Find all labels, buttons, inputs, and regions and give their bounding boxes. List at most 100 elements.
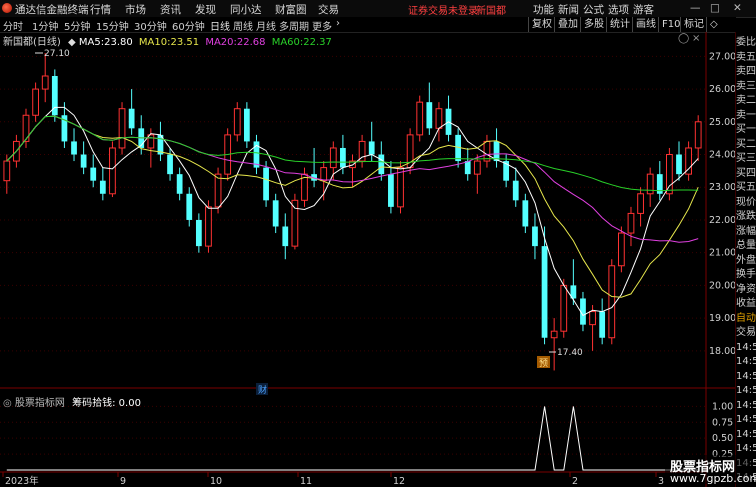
indicator-tick-label: 0.50 [712,433,733,444]
candle-body-up [617,232,625,267]
menu-item-quotes[interactable]: 行情 [90,2,111,17]
price-axis-labels: 27.00 26.00 25.00 24.00 23.00 22.00 21.00 20.00… [709,51,735,356]
menu-item-function[interactable]: 功能 [533,2,554,17]
period-30min[interactable]: 30分钟 [134,18,167,33]
main-chart-legend: 新国都(日线) ◆ MA5:23.80 MA10:23.51 MA20:22.6… [3,33,332,48]
login-alert[interactable]: 证券交易未登录 [408,2,478,17]
candle-body-down [71,141,77,155]
candle-body-up [32,88,39,116]
candle-body-down [599,311,606,338]
menu-item-trade[interactable]: 交易 [318,2,339,17]
tool-statistics[interactable]: 统计 [606,17,633,32]
menu-item-formula[interactable]: 公式 [583,2,604,17]
period-daily[interactable]: 日线 [210,18,230,33]
period-5min[interactable]: 5分钟 [64,18,90,33]
side-panel-row: 买四 [736,167,756,179]
brand-url: www.7gpzb.com [670,472,756,485]
price-tick-label: 20.00 [709,280,735,291]
candle-body-down [388,174,394,207]
menu-item-headlines[interactable]: 新闻 [558,2,579,17]
side-panel-row: 14:50 [736,356,756,367]
candle-body-up [3,160,11,182]
indicator-source: 股票指标网 [14,398,65,409]
period-weekly[interactable]: 周线 [233,18,253,33]
high-price-label: 27.10 [44,49,70,59]
app-logo-icon [2,3,12,13]
side-panel-row: 卖三 [736,80,756,92]
side-panel-row: 14:50 [736,341,756,353]
candle-body-down [532,226,538,247]
side-panel-row: 14:50 [736,370,756,382]
candle-body-up [608,265,616,339]
tool-diamond-icon[interactable]: ◇ [706,17,721,32]
indicator-gridlines [0,405,706,455]
ma10-label: MA10: [138,37,171,48]
side-panel-row: 换手 [736,269,756,280]
finance-event-label: 财 [258,384,267,396]
candle-body-down [368,141,375,155]
candle-body-up [627,212,635,234]
period-intraday[interactable]: 分时 [3,18,23,33]
minimize-icon[interactable]: — [690,2,701,14]
period-more[interactable]: 更多 [312,18,332,33]
side-panel-row: 卖二 [736,95,756,106]
candle-body-up [233,108,241,136]
price-tick-label: 25.00 [709,117,735,128]
menu-item-wealth[interactable]: 财富圈 [275,2,307,17]
period-1min[interactable]: 1分钟 [32,18,58,33]
tool-overlay[interactable]: 叠加 [554,17,581,32]
time-tick-label: 2 [572,476,578,487]
price-tick-label: 23.00 [709,182,735,193]
tool-mark[interactable]: 标记 [680,17,707,32]
candle-body-up [589,311,596,326]
menu-item-market[interactable]: 市场 [125,2,146,17]
indicator-settings-icon[interactable]: ◎ [3,398,12,409]
ma20-value: 22.68 [236,37,266,48]
chart-area[interactable]: 27.0026.0025.0024.0023.0022.0021.0020.00… [0,32,735,487]
candle-body-up [397,167,404,208]
side-panel-row: 14:50 [736,414,756,425]
side-panel-row: 总量 [736,240,756,251]
candle-body-down [90,167,97,181]
tool-adjust[interactable]: 复权 [528,17,555,32]
stock-label: 新国都(日线) [3,37,61,48]
candle-body-down [128,108,135,129]
maximize-icon[interactable]: □ [710,2,720,14]
tool-multi-stock[interactable]: 多股 [580,17,607,32]
low-price-label: 17.40 [557,348,583,358]
menu-item-discover[interactable]: 发现 [195,2,216,17]
chart-close-icon[interactable]: × [692,33,700,44]
chart-settings-icon[interactable]: ◯ [678,33,689,44]
menu-item-assistant[interactable]: 同小达 [230,2,262,17]
ma10-value: 23.51 [170,37,200,48]
close-icon[interactable]: ✕ [733,2,742,14]
indicator-legend: ◎ 股票指标网 筹码拾钱: 0.00 [3,394,141,409]
period-15min[interactable]: 15分钟 [96,18,129,33]
tool-draw[interactable]: 画线 [632,17,659,32]
price-tick-label: 26.00 [709,84,735,95]
candle-body-up [637,193,644,214]
indicator-value: 0.00 [118,398,141,409]
candle-body-down [195,219,202,247]
side-panel-row: 14:50 [736,443,756,454]
menu-item-guest[interactable]: 游客 [633,2,654,17]
period-monthly[interactable]: 月线 [256,18,276,33]
candle-body-down [512,180,519,201]
ma5-line [6,106,699,317]
ma-indicator-dot-icon: ◆ [68,37,76,48]
candle-body-up [109,147,116,195]
menu-item-news[interactable]: 资讯 [160,2,181,17]
price-tick-label: 24.00 [709,150,735,161]
more-chevron-icon[interactable]: › [336,18,340,29]
candle-body-up [118,108,126,149]
side-panel-row: 涨跌 [736,211,756,222]
menu-item-options[interactable]: 选项 [608,2,629,17]
candle-body-up [329,147,337,169]
candle-body-down [340,147,346,168]
period-multi[interactable]: 多周期 [279,18,309,33]
ma20-label: MA20: [205,37,237,48]
period-60min[interactable]: 60分钟 [172,18,205,33]
time-tick-label: 12 [393,476,405,487]
candle-body-down [186,193,193,220]
candle-body-down [80,154,87,168]
